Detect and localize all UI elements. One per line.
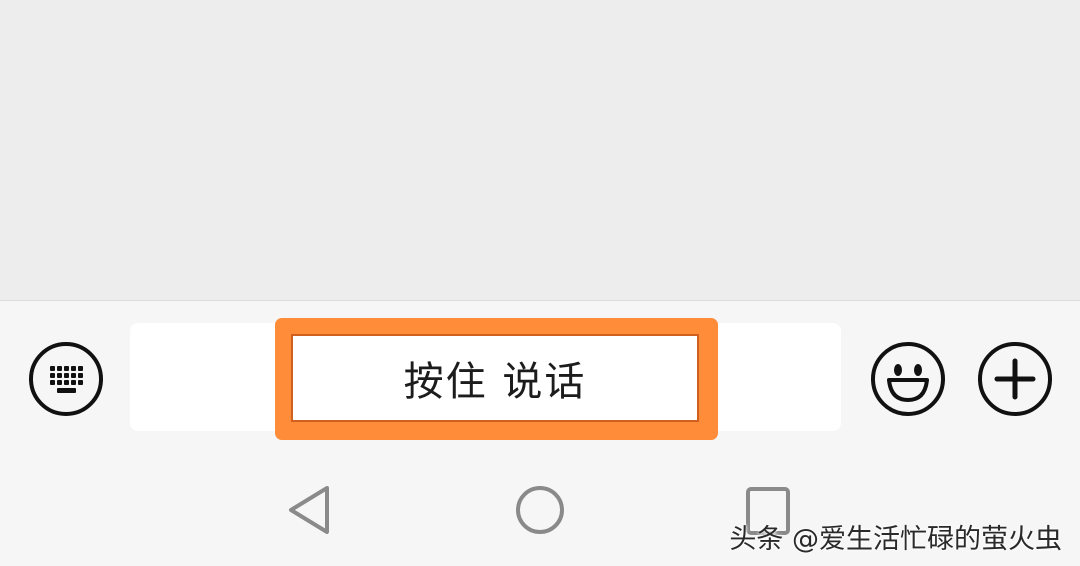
keyboard-icon [50,366,83,393]
watermark: 头条 @爱生活忙碌的萤火虫 [729,524,1062,555]
hold-to-talk-button[interactable]: 按住 说话 [291,334,699,422]
keyboard-toggle-button[interactable] [29,342,103,416]
hold-to-talk-label: 按住 说话 [403,359,587,405]
hold-to-talk-highlight[interactable]: 按住 说话 [275,318,718,440]
emoji-icon [887,364,929,402]
chat-message-area [0,0,1080,300]
plus-icon [994,358,1036,400]
more-options-button[interactable] [978,342,1052,416]
back-icon[interactable] [285,483,333,537]
emoji-button[interactable] [871,342,945,416]
home-icon[interactable] [513,485,567,539]
